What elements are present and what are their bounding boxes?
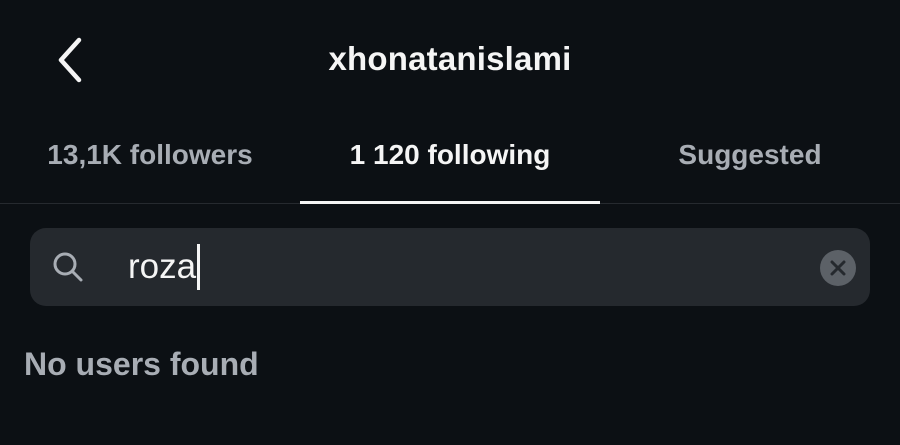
page-title: xhonatanislami [328, 40, 572, 77]
header: xhonatanislami [0, 0, 900, 120]
tab-following[interactable]: 1 120 following [300, 120, 600, 204]
tab-followers[interactable]: 13,1K followers [0, 120, 300, 203]
close-icon [830, 260, 846, 276]
search-bar[interactable]: roza [30, 228, 870, 306]
tab-bar: 13,1K followers 1 120 following Suggeste… [0, 120, 900, 204]
clear-search-button[interactable] [820, 250, 856, 286]
tab-suggested[interactable]: Suggested [600, 120, 900, 203]
search-input-value: roza [128, 247, 197, 286]
text-caret [197, 244, 201, 290]
search-icon [53, 252, 83, 282]
search-input[interactable]: roza [128, 242, 828, 292]
empty-state-message: No users found [24, 346, 259, 382]
